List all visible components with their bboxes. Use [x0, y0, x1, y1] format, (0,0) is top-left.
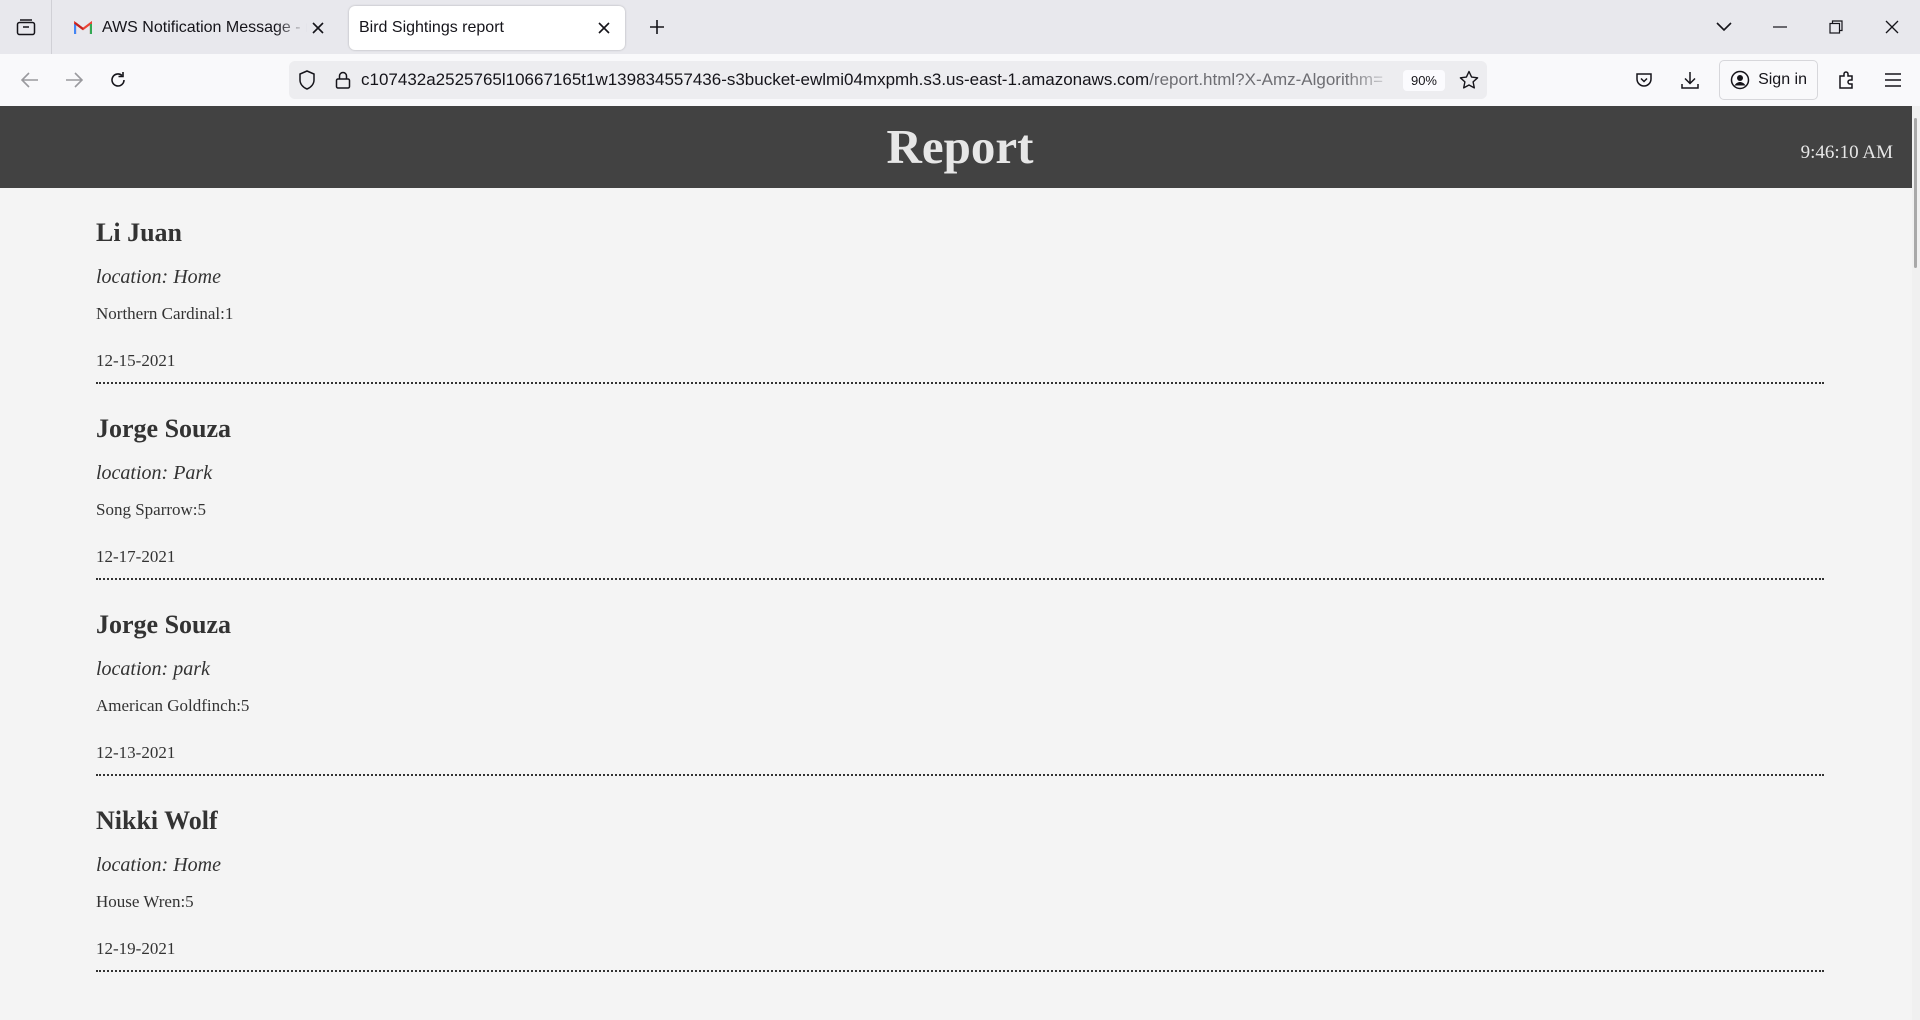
sighting-date: 12-13-2021: [96, 743, 176, 762]
tab-bird-sightings[interactable]: Bird Sightings report: [349, 6, 625, 50]
tab-list-button[interactable]: [0, 0, 52, 54]
page-scrollbar[interactable]: [1912, 106, 1920, 1020]
restore-icon: [1829, 20, 1843, 34]
sighting-location: location: Home: [96, 854, 221, 876]
close-tab-icon[interactable]: [307, 17, 329, 39]
lock-icon[interactable]: [325, 61, 361, 99]
report-header: Report 9:46:10 AM: [0, 106, 1920, 188]
sign-in-button[interactable]: Sign in: [1719, 60, 1818, 100]
tab-title: AWS Notification Message - m3: [102, 19, 307, 36]
back-button[interactable]: [8, 60, 52, 100]
sign-in-label: Sign in: [1758, 71, 1807, 88]
arrow-right-icon: [66, 72, 83, 88]
app-menu-button[interactable]: [1870, 60, 1916, 100]
page-content: Report 9:46:10 AM Li Juan location: Home…: [0, 106, 1920, 1020]
sighting-date: 12-17-2021: [96, 547, 176, 566]
close-tab-icon[interactable]: [593, 17, 615, 39]
url-text[interactable]: c107432a2525765l10667165t1w139834557436-…: [361, 70, 1397, 90]
sighting-location: location: park: [96, 658, 210, 680]
pocket-icon: [1636, 73, 1652, 87]
downloads-button[interactable]: [1667, 60, 1713, 100]
sighting-location: location: Park: [96, 462, 213, 484]
observer-name: Nikki Wolf: [96, 806, 218, 835]
arrow-left-icon: [21, 72, 38, 88]
observer-name: Li Juan: [96, 218, 182, 247]
sighting-entry: Jorge Souza location: Park Song Sparrow:…: [96, 384, 1824, 580]
zoom-level-button[interactable]: 90%: [1402, 69, 1445, 91]
toolbar-right: Sign in: [1621, 54, 1920, 106]
hamburger-menu-icon: [1885, 73, 1901, 87]
bird-count: Northern Cardinal:1: [96, 304, 234, 323]
chevron-down-icon: [1716, 22, 1732, 32]
puzzle-icon: [1839, 71, 1853, 89]
folder-tabs-icon: [16, 18, 36, 36]
bird-count: House Wren:5: [96, 892, 194, 911]
navigation-bar: c107432a2525765l10667165t1w139834557436-…: [0, 54, 1920, 106]
extensions-button[interactable]: [1824, 60, 1870, 100]
reload-button[interactable]: [96, 60, 140, 100]
bird-count: American Goldfinch:5: [96, 696, 250, 715]
tab-bar: AWS Notification Message - m3 Bird Sight…: [0, 0, 1920, 54]
account-icon: [1730, 70, 1750, 90]
page-title: Report: [886, 119, 1034, 174]
tab-title: Bird Sightings report: [359, 19, 504, 36]
tab-aws-notification[interactable]: AWS Notification Message - m3: [64, 6, 339, 50]
scrollbar-thumb[interactable]: [1914, 118, 1917, 268]
minimize-button[interactable]: [1752, 0, 1808, 54]
download-icon: [1681, 72, 1699, 89]
observer-name: Jorge Souza: [96, 610, 232, 639]
pocket-button[interactable]: [1621, 60, 1667, 100]
sightings-list: Li Juan location: Home Northern Cardinal…: [0, 188, 1824, 972]
minimize-icon: [1773, 26, 1787, 28]
reload-icon: [111, 72, 125, 87]
sighting-entry: Jorge Souza location: park American Gold…: [96, 580, 1824, 776]
observer-name: Jorge Souza: [96, 414, 232, 443]
forward-button[interactable]: [52, 60, 96, 100]
sighting-date: 12-19-2021: [96, 939, 176, 958]
bird-count: Song Sparrow:5: [96, 500, 207, 519]
restore-button[interactable]: [1808, 0, 1864, 54]
gmail-icon: [74, 18, 94, 38]
new-tab-button[interactable]: [637, 7, 677, 47]
address-bar[interactable]: c107432a2525765l10667165t1w139834557436-…: [289, 61, 1487, 99]
bookmark-star-icon[interactable]: [1451, 61, 1487, 99]
sighting-date: 12-15-2021: [96, 351, 176, 370]
plus-icon: [649, 19, 665, 35]
url-path: /report.html?X-Amz-Algorithm=: [1149, 70, 1384, 89]
tracking-protection-icon[interactable]: [289, 61, 325, 99]
close-window-button[interactable]: [1864, 0, 1920, 54]
sighting-location: location: Home: [96, 266, 221, 288]
window-controls: [1696, 0, 1920, 54]
sighting-entry: Nikki Wolf location: Home House Wren:5 1…: [96, 776, 1824, 972]
report-time: 9:46:10 AM: [1800, 142, 1893, 163]
list-all-tabs-button[interactable]: [1696, 0, 1752, 54]
sighting-entry: Li Juan location: Home Northern Cardinal…: [96, 188, 1824, 384]
url-host: c107432a2525765l10667165t1w139834557436-…: [361, 70, 1150, 89]
close-icon: [1885, 20, 1899, 34]
